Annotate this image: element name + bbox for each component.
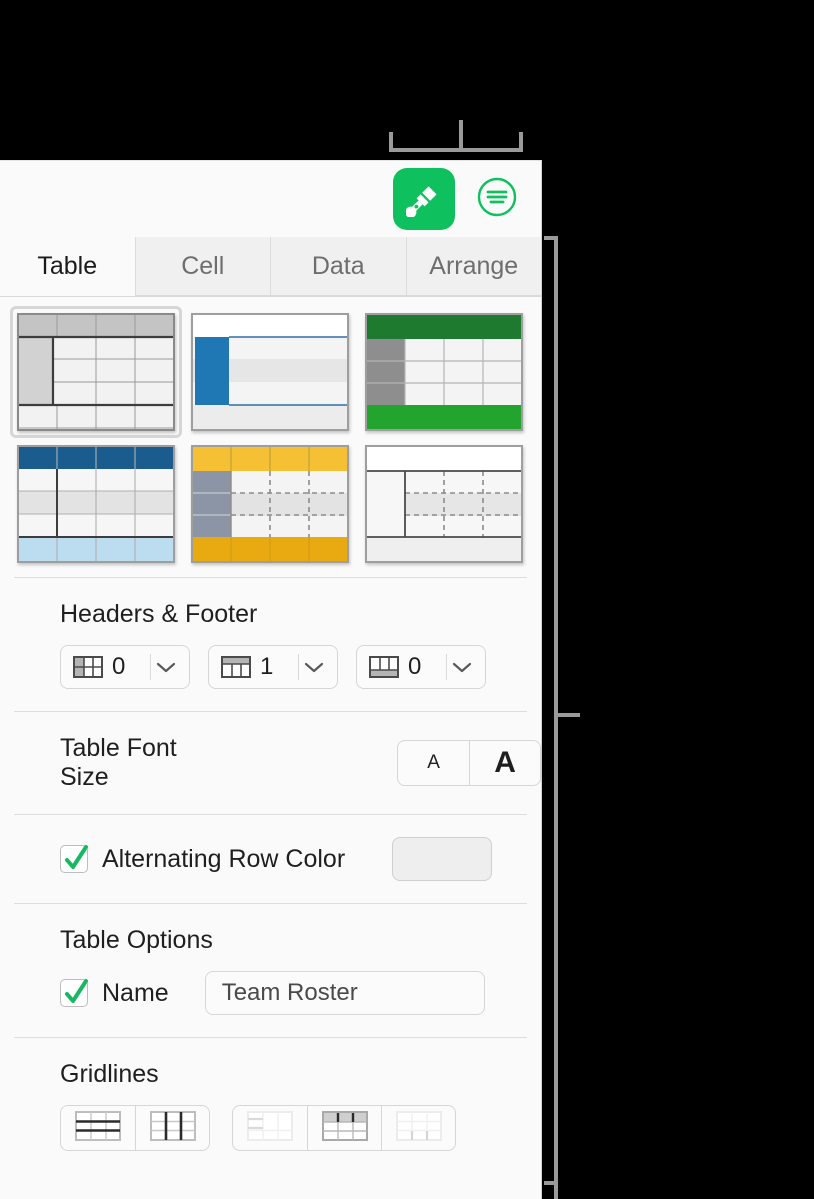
table-options-title: Table Options bbox=[60, 926, 213, 954]
font-size-label: Table Font Size bbox=[60, 734, 177, 791]
gray-header-style-icon bbox=[19, 315, 173, 429]
header-rows-value: 1 bbox=[260, 653, 274, 680]
alternating-row-color-swatch[interactable] bbox=[392, 837, 493, 881]
blue-header-footer-style-icon bbox=[19, 447, 173, 561]
header-rows-stepper[interactable]: 1 bbox=[208, 645, 338, 689]
header-rows-icon bbox=[221, 656, 251, 678]
table-style-blue-header-footer[interactable] bbox=[17, 445, 175, 563]
tab-table[interactable]: Table bbox=[0, 237, 135, 296]
table-name-label: Name bbox=[102, 978, 169, 1007]
panel-callout-bar bbox=[554, 236, 558, 1199]
table-style-grid bbox=[0, 297, 541, 577]
footer-rows-value: 0 bbox=[408, 653, 422, 680]
blue-sidebar-style-icon bbox=[193, 315, 347, 429]
gridlines-controls bbox=[0, 1105, 541, 1151]
toolbar-callout-bar bbox=[389, 148, 523, 152]
increase-font-size-button[interactable]: A bbox=[469, 741, 540, 785]
table-options-section: Table Options Name Team Roster bbox=[0, 904, 541, 1037]
font-size-row: Table Font Size A A bbox=[0, 734, 541, 792]
header-row-gridlines-icon bbox=[247, 1110, 293, 1146]
tab-bar: Table Cell Data Arrange bbox=[0, 237, 541, 297]
chevron-down-icon[interactable] bbox=[151, 661, 181, 673]
header-column-gridlines-icon bbox=[321, 1110, 368, 1146]
table-style-thumbnail bbox=[17, 445, 175, 563]
table-name-input[interactable]: Team Roster bbox=[204, 971, 485, 1015]
font-size-section: Table Font Size A A bbox=[0, 712, 541, 814]
footer-row-gridlines-button[interactable] bbox=[381, 1106, 455, 1150]
table-style-gray-header[interactable] bbox=[17, 313, 175, 431]
table-style-thumbnail bbox=[191, 445, 349, 563]
green-header-footer-style-icon bbox=[367, 315, 521, 429]
table-name-row: Name Team Roster bbox=[0, 971, 541, 1015]
document-options-button[interactable] bbox=[475, 177, 519, 221]
header-row-gridlines-button[interactable] bbox=[233, 1106, 307, 1150]
footer-rows-icon bbox=[369, 656, 399, 678]
panel-toolbar bbox=[0, 161, 541, 237]
table-style-green-header-footer[interactable] bbox=[365, 313, 523, 431]
tab-data[interactable]: Data bbox=[270, 237, 406, 296]
checkmark-icon bbox=[65, 845, 88, 869]
decrease-font-size-button[interactable]: A bbox=[398, 741, 469, 785]
footer-rows-stepper[interactable]: 0 bbox=[356, 645, 486, 689]
tab-arrange[interactable]: Arrange bbox=[405, 237, 541, 296]
alternating-row-color-section: Alternating Row Color bbox=[0, 815, 541, 903]
horizontal-gridlines-button[interactable] bbox=[61, 1106, 135, 1150]
footer-row-gridlines-icon bbox=[395, 1110, 442, 1146]
header-columns-value: 0 bbox=[112, 653, 126, 680]
headers-footer-controls: 0 1 0 bbox=[0, 645, 541, 689]
table-style-thumbnail bbox=[191, 313, 349, 431]
header-columns-stepper[interactable]: 0 bbox=[60, 645, 190, 689]
header-column-gridlines-button[interactable] bbox=[307, 1106, 381, 1150]
tab-data-label: Data bbox=[311, 251, 365, 280]
tab-arrange-label: Arrange bbox=[429, 251, 519, 280]
alternating-row-color-checkbox[interactable] bbox=[60, 845, 88, 873]
gridlines-secondary-group bbox=[232, 1105, 456, 1151]
alternating-row-color-label: Alternating Row Color bbox=[102, 844, 346, 873]
headers-footer-section: Headers & Footer 0 1 0 bbox=[0, 578, 541, 711]
table-style-yellow-header-footer[interactable] bbox=[191, 445, 349, 563]
format-panel: Table Cell Data Arrange Headers & Footer… bbox=[0, 160, 542, 1199]
vertical-gridlines-icon bbox=[149, 1110, 196, 1146]
tab-table-label: Table bbox=[37, 251, 98, 280]
toolbar-callout-left-tip bbox=[389, 132, 393, 152]
vertical-gridlines-button[interactable] bbox=[135, 1106, 209, 1150]
table-style-thumbnail bbox=[17, 313, 175, 431]
panel-callout-bottom-tip bbox=[544, 1181, 558, 1185]
toolbar-callout-right-tip bbox=[519, 132, 523, 152]
gridlines-primary-group bbox=[60, 1105, 210, 1151]
chevron-down-icon[interactable] bbox=[299, 661, 329, 673]
yellow-header-footer-style-icon bbox=[193, 447, 347, 561]
panel-callout-top-tip bbox=[544, 236, 558, 240]
gridlines-section: Gridlines bbox=[0, 1038, 541, 1173]
tab-cell-label: Cell bbox=[181, 251, 225, 280]
table-style-plain-dashed[interactable] bbox=[365, 445, 523, 563]
table-style-thumbnail bbox=[365, 445, 523, 563]
table-name-checkbox[interactable] bbox=[60, 979, 88, 1007]
font-size-segmented-control: A A bbox=[397, 740, 541, 786]
plain-dashed-style-icon bbox=[367, 447, 521, 561]
headers-footer-title: Headers & Footer bbox=[60, 600, 258, 628]
paintbrush-icon bbox=[406, 181, 442, 217]
table-style-blue-sidebar[interactable] bbox=[191, 313, 349, 431]
alternating-row-color-row: Alternating Row Color bbox=[0, 837, 541, 881]
format-button[interactable] bbox=[393, 168, 455, 230]
tab-cell[interactable]: Cell bbox=[134, 237, 270, 296]
chevron-down-icon[interactable] bbox=[447, 661, 477, 673]
gridlines-title: Gridlines bbox=[60, 1060, 159, 1088]
checkmark-icon bbox=[65, 979, 88, 1003]
horizontal-gridlines-icon bbox=[75, 1110, 121, 1146]
table-style-thumbnail bbox=[365, 313, 523, 431]
panel-callout-stem bbox=[558, 713, 580, 717]
list-circle-icon bbox=[476, 176, 518, 223]
screenshot-root: Table Cell Data Arrange Headers & Footer… bbox=[0, 0, 814, 1199]
header-columns-icon bbox=[73, 656, 103, 678]
